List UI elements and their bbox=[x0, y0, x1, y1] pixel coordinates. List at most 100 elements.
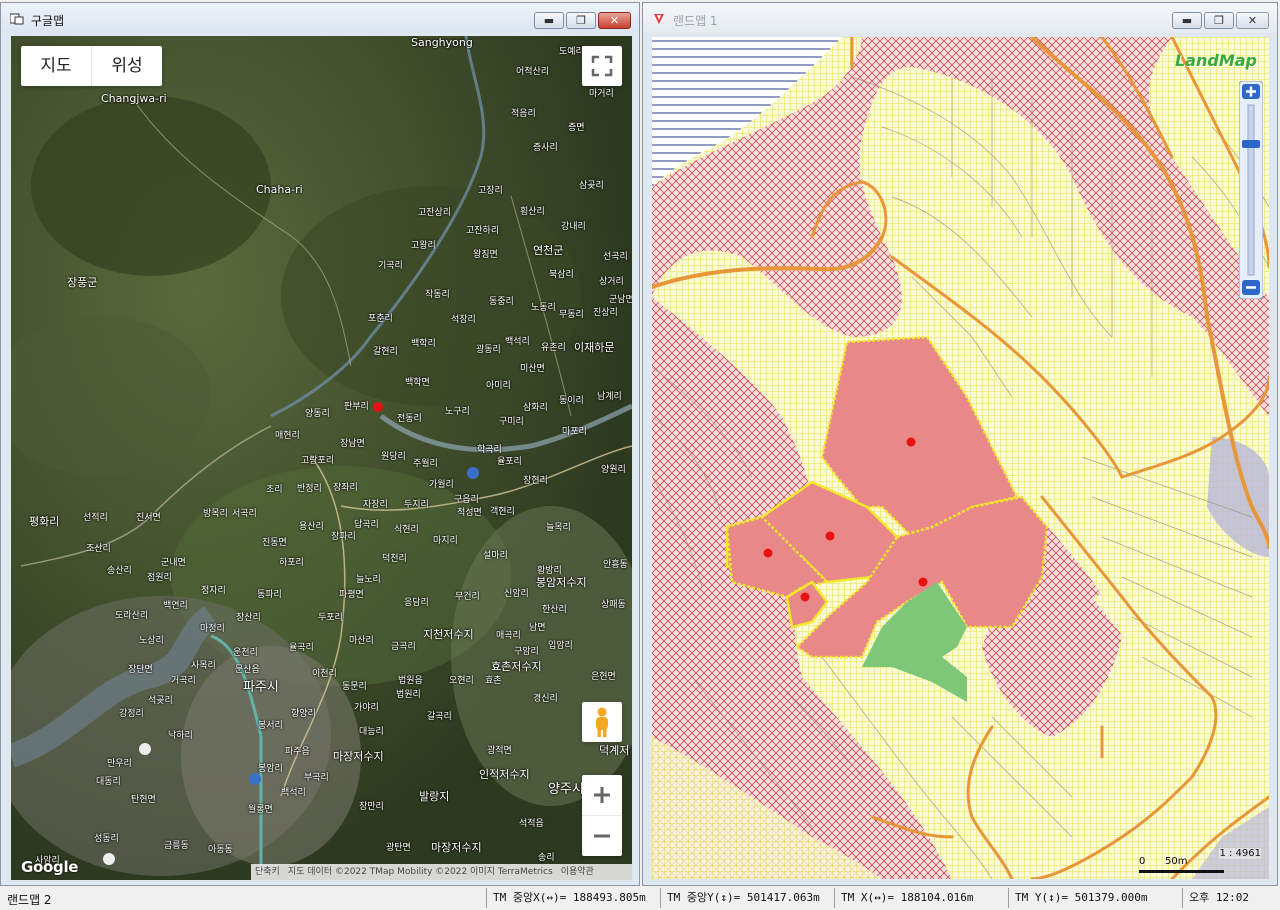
place-label: 무건리 bbox=[455, 592, 480, 602]
place-label: 은현면 bbox=[591, 672, 616, 682]
parcel-marker[interactable] bbox=[763, 548, 773, 558]
place-label: 거곡리 bbox=[171, 676, 196, 686]
place-label: 정자리 bbox=[201, 586, 226, 596]
place-label: 백연리 bbox=[163, 601, 188, 611]
parcel-marker[interactable] bbox=[906, 437, 916, 447]
place-label: 자장리 bbox=[363, 500, 388, 510]
place-label: 사목리 bbox=[191, 661, 216, 671]
zoom-handle[interactable] bbox=[1242, 140, 1260, 148]
place-label: 군남면 bbox=[609, 295, 632, 305]
place-label: 적성면 bbox=[457, 508, 482, 518]
place-label: 마정리 bbox=[200, 624, 225, 634]
place-label: 석곶리 bbox=[148, 696, 173, 706]
place-label: 법원리 bbox=[396, 690, 421, 700]
maximize-button[interactable]: ❐ bbox=[566, 12, 596, 29]
place-label: 북삼리 bbox=[549, 270, 574, 280]
place-label: 파주읍 bbox=[285, 747, 310, 757]
place-label: 늘목리 bbox=[546, 523, 571, 533]
close-icon: ✕ bbox=[1247, 14, 1258, 27]
place-label: 무동리 bbox=[559, 310, 584, 320]
tab-map[interactable]: 지도 bbox=[21, 46, 91, 86]
keyboard-shortcuts-link[interactable]: 단축키 bbox=[251, 867, 284, 877]
place-label: 석적읍 bbox=[519, 819, 544, 829]
place-label: 유촌리 bbox=[541, 343, 566, 353]
place-label: 두지리 bbox=[404, 500, 429, 510]
land-use-layer bbox=[652, 37, 1269, 879]
place-label: 만우리 bbox=[107, 759, 132, 769]
place-label: 갈현리 bbox=[373, 347, 398, 357]
place-label: 군내면 bbox=[161, 558, 186, 568]
place-label: 광탄면 bbox=[386, 843, 411, 853]
place-label: 장파리 bbox=[331, 532, 356, 542]
zoom-in-button[interactable] bbox=[582, 775, 622, 816]
parcel-marker[interactable] bbox=[800, 592, 810, 602]
scale-ratio: 1 : 4961 bbox=[1219, 848, 1261, 859]
minimize-button[interactable]: ▬ bbox=[1172, 12, 1202, 29]
place-label: 파평면 bbox=[339, 590, 364, 600]
plus-icon bbox=[594, 787, 610, 803]
title-bar[interactable]: 랜드맵 1 ▬ ❐ ✕ bbox=[643, 3, 1277, 33]
scale-length: 50m bbox=[1165, 856, 1188, 867]
place-label: 발랑지 bbox=[419, 790, 450, 803]
place-label: 동파리 bbox=[257, 590, 282, 600]
maximize-button[interactable]: ❐ bbox=[1204, 12, 1234, 29]
street-view-pegman[interactable] bbox=[582, 702, 622, 742]
place-label: 설마리 bbox=[483, 551, 508, 561]
place-label: 마포리 bbox=[562, 427, 587, 437]
place-label: 마산리 bbox=[349, 636, 374, 646]
place-label: 안흥동 bbox=[603, 560, 628, 570]
place-label: 선곡리 bbox=[603, 252, 628, 262]
place-label: 장남면 bbox=[340, 439, 365, 449]
pegman-icon bbox=[596, 707, 608, 737]
google-logo: Google bbox=[21, 858, 79, 876]
close-button[interactable]: ✕ bbox=[598, 12, 631, 29]
place-label: 갈곡리 bbox=[427, 712, 452, 722]
tab-satellite[interactable]: 위성 bbox=[91, 46, 162, 86]
place-label: 응담리 bbox=[404, 598, 429, 608]
place-label: 고랑포리 bbox=[301, 456, 335, 466]
place-label: 장좌리 bbox=[333, 483, 358, 493]
place-label: 월롱면 bbox=[248, 805, 273, 815]
place-label: 고잔하리 bbox=[466, 226, 500, 236]
place-label: Sanghyong bbox=[411, 36, 473, 49]
place-label: 장단면 bbox=[128, 665, 153, 675]
place-label: 매곡리 bbox=[496, 631, 521, 641]
place-label: 이천리 bbox=[312, 669, 337, 679]
place-label: 원당리 bbox=[381, 452, 406, 462]
minus-icon bbox=[594, 834, 610, 838]
tm-x: TM X(↔)= 188104.016m bbox=[834, 888, 1004, 908]
place-label: 삼화리 bbox=[523, 403, 548, 413]
zoom-slider[interactable] bbox=[1239, 81, 1263, 299]
scale-zero: 0 bbox=[1139, 856, 1146, 867]
place-label: 마장저수지 bbox=[431, 841, 482, 854]
place-label: 덕천리 bbox=[382, 554, 407, 564]
cadastral-map[interactable]: LandMap 1 : 4961 0 50m bbox=[652, 37, 1269, 879]
title-bar[interactable]: 구글맵 ▬ ❐ ✕ bbox=[1, 3, 639, 33]
place-label: 문산읍 bbox=[235, 665, 260, 675]
place-label: 백석리 bbox=[505, 337, 530, 347]
location-marker[interactable] bbox=[373, 402, 383, 412]
minimize-button[interactable]: ▬ bbox=[534, 12, 564, 29]
parcel-marker[interactable] bbox=[825, 531, 835, 541]
place-label: 부곡리 bbox=[304, 773, 329, 783]
place-label: 양원리 bbox=[601, 465, 626, 475]
place-label: 한산리 bbox=[542, 605, 567, 615]
place-label: 작동리 bbox=[425, 290, 450, 300]
fullscreen-icon bbox=[591, 55, 613, 77]
place-label: 봉암저수지 bbox=[536, 576, 587, 589]
close-button[interactable]: ✕ bbox=[1236, 12, 1269, 29]
place-label: 입암리 bbox=[548, 641, 573, 651]
active-window-label: 랜드맵 2 bbox=[7, 893, 52, 907]
parcel-marker[interactable] bbox=[918, 577, 928, 587]
place-label: 상패동 bbox=[601, 600, 626, 610]
place-label: 양주시 bbox=[548, 782, 584, 797]
place-label: 어적산리 bbox=[516, 67, 550, 77]
place-label: 금릉동 bbox=[164, 841, 189, 851]
place-label: 율곡리 bbox=[289, 643, 314, 653]
place-label: 장만리 bbox=[359, 802, 384, 812]
zoom-out-button[interactable] bbox=[582, 816, 622, 856]
terms-link[interactable]: 이용약관 bbox=[557, 867, 598, 877]
window-title: 구글맵 bbox=[31, 14, 65, 28]
satellite-map[interactable]: Sanghyong 도예리 Changjwa-ri 어적산리 마거리 적음리 증면 증사리 Ch… bbox=[11, 36, 632, 880]
fullscreen-button[interactable] bbox=[582, 46, 622, 86]
